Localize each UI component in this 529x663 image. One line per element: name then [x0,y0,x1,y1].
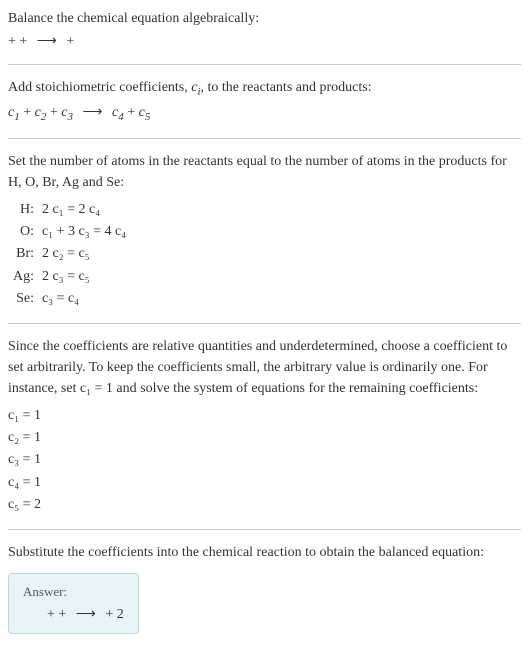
atom-equation: c₁ + 3 c₃ = 4 c₄ [42,221,521,243]
step4-section: Substitute the coefficients into the che… [8,542,521,634]
atom-equation: 2 c₁ = 2 c₄ [42,199,521,221]
intro-equation: + + ⟶ + [8,31,521,52]
c4-sub: 4 [118,111,124,123]
answer-products: + 2 [102,607,124,622]
answer-equation: + + ⟶ + 2 [23,606,124,623]
c1-sub: 1 [14,111,20,123]
divider [8,323,521,324]
divider [8,529,521,530]
plus-3: + [127,105,138,120]
coeff-row: c₁ = 1 [8,405,521,427]
atom-row: H: 2 c₁ = 2 c₄ [12,199,521,221]
step2-text: Set the number of atoms in the reactants… [8,151,521,193]
atom-label: O: [12,221,42,243]
coefficient-list: c₁ = 1 c₂ = 1 c₃ = 1 c₄ = 1 c₅ = 2 [8,405,521,517]
arrow-icon: ⟶ [82,102,102,123]
arrow-icon: ⟶ [37,31,57,52]
atom-equations-table: H: 2 c₁ = 2 c₄ O: c₁ + 3 c₃ = 4 c₄ Br: 2… [12,199,521,311]
step3-text: Since the coefficients are relative quan… [8,336,521,399]
intro-section: Balance the chemical equation algebraica… [8,8,521,52]
coeff-row: c₃ = 1 [8,449,521,471]
intro-reactants: + + [8,34,31,49]
step1-text-part2: , to the reactants and products: [201,80,372,95]
step1-text: Add stoichiometric coefficients, ci, to … [8,77,521,100]
c5-sub: 5 [145,111,151,123]
atom-equation: c₃ = c₄ [42,288,521,310]
atom-row: Ag: 2 c₃ = c₅ [12,266,521,288]
plus-2: + [50,105,61,120]
arrow-icon: ⟶ [76,606,96,623]
intro-line1: Balance the chemical equation algebraica… [8,8,521,29]
atom-equation: 2 c₂ = c₅ [42,243,521,265]
step2-section: Set the number of atoms in the reactants… [8,151,521,311]
step1-section: Add stoichiometric coefficients, ci, to … [8,77,521,126]
step1-equation: c1 + c2 + c3 ⟶ c4 + c5 [8,102,521,125]
answer-reactants: + + [47,607,70,622]
atom-row: O: c₁ + 3 c₃ = 4 c₄ [12,221,521,243]
c2-sub: 2 [41,111,47,123]
step3-section: Since the coefficients are relative quan… [8,336,521,517]
atom-equation: 2 c₃ = c₅ [42,266,521,288]
coeff-row: c₅ = 2 [8,494,521,516]
atom-label: Se: [12,288,42,310]
atom-label: Br: [12,243,42,265]
divider [8,138,521,139]
step4-text: Substitute the coefficients into the che… [8,542,521,563]
atom-row: Br: 2 c₂ = c₅ [12,243,521,265]
coeff-row: c₄ = 1 [8,472,521,494]
atom-label: Ag: [12,266,42,288]
answer-box: Answer: + + ⟶ + 2 [8,573,139,634]
answer-label: Answer: [23,584,124,600]
c3-sub: 3 [67,111,73,123]
step1-text-part1: Add stoichiometric coefficients, [8,80,191,95]
plus-1: + [23,105,34,120]
atom-row: Se: c₃ = c₄ [12,288,521,310]
coeff-row: c₂ = 1 [8,427,521,449]
intro-products: + [63,34,74,49]
atom-label: H: [12,199,42,221]
divider [8,64,521,65]
